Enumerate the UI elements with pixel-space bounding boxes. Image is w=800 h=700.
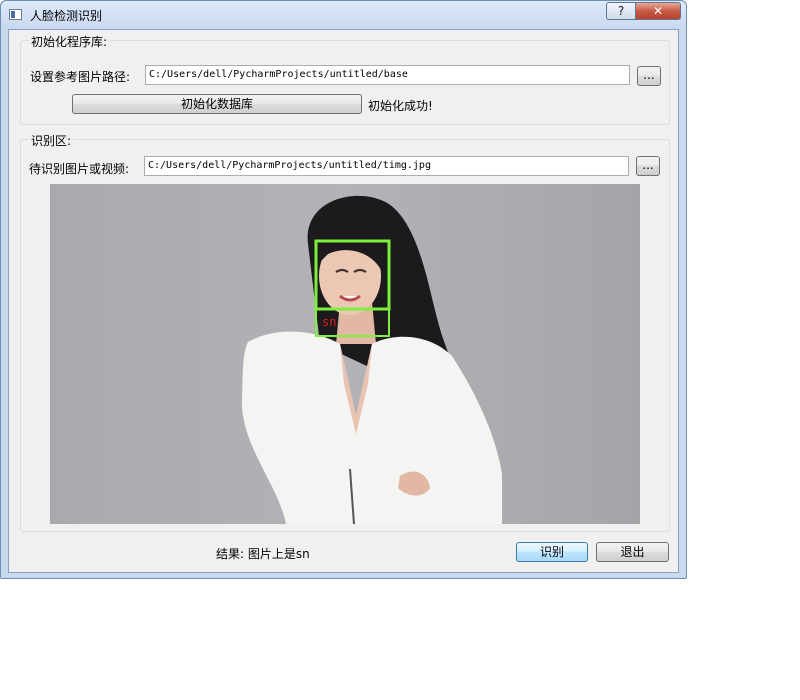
window-title: 人脸检测识别 [30, 9, 103, 23]
recognize-button[interactable]: 识别 [516, 542, 588, 562]
app-icon [9, 9, 22, 20]
app-window: 人脸检测识别 ? ✕ 初始化程序库: 设置参考图片路径: C:/Users/de… [0, 0, 687, 579]
result-text: 结果: 图片上是sn [216, 547, 310, 561]
base-browse-button[interactable]: ... [637, 66, 661, 86]
target-path-label: 待识别图片或视频: [29, 162, 130, 176]
result-image: sn [50, 184, 640, 524]
exit-button[interactable]: 退出 [596, 542, 669, 562]
init-database-button[interactable]: 初始化数据库 [72, 94, 362, 114]
target-path-input[interactable]: C:/Users/dell/PycharmProjects/untitled/t… [144, 156, 629, 176]
init-group-title: 初始化程序库: [29, 33, 110, 50]
close-button[interactable]: ✕ [635, 2, 681, 20]
help-button[interactable]: ? [606, 2, 636, 20]
client-area: 初始化程序库: 设置参考图片路径: C:/Users/dell/PycharmP… [8, 29, 679, 573]
title-bar[interactable]: 人脸检测识别 ? ✕ [1, 1, 686, 29]
base-path-label: 设置参考图片路径: [30, 70, 131, 84]
portrait-illustration: sn [241, 195, 502, 524]
base-path-input[interactable]: C:/Users/dell/PycharmProjects/untitled/b… [145, 65, 630, 85]
jacket-shape [241, 331, 502, 524]
target-browse-button[interactable]: ... [636, 156, 660, 176]
init-status-text: 初始化成功! [368, 99, 433, 113]
smile-shape [339, 294, 361, 302]
init-group: 初始化程序库: 设置参考图片路径: C:/Users/dell/PycharmP… [20, 33, 670, 125]
recognition-group-title: 识别区: [29, 132, 74, 149]
face-label-text: sn [322, 315, 336, 329]
